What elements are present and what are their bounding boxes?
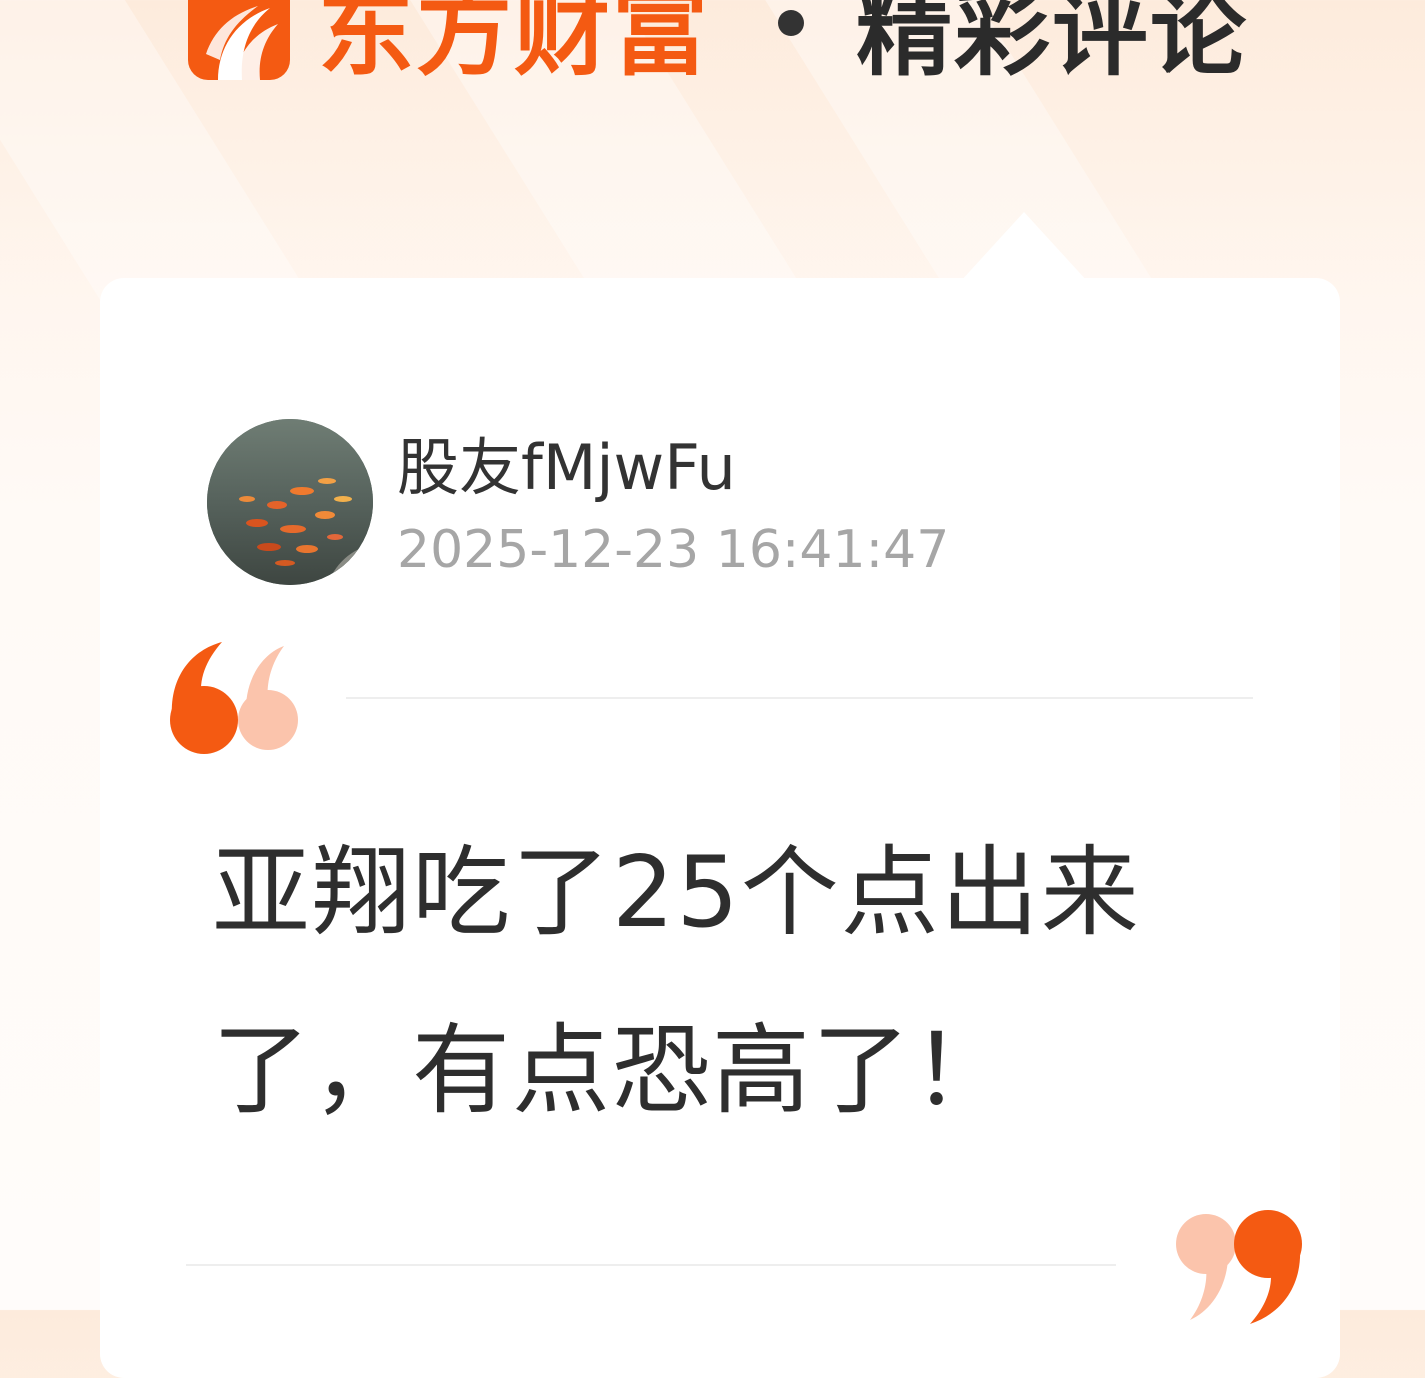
brand-name: 东方财富 bbox=[318, 0, 710, 89]
card-pointer bbox=[960, 212, 1088, 282]
eastmoney-logo-icon bbox=[188, 0, 290, 80]
brand-header: 东方财富 精彩评论 bbox=[0, 0, 1425, 110]
section-title: 精彩评论 bbox=[856, 0, 1248, 89]
username[interactable]: 股友fMjwFu bbox=[397, 428, 736, 508]
open-quote-icon bbox=[166, 640, 306, 758]
comment-text: 亚翔吃了25个点出来了，有点恐高了！ bbox=[212, 836, 1141, 1128]
divider bbox=[346, 697, 1253, 699]
divider bbox=[186, 1264, 1116, 1266]
comment-timestamp: 2025-12-23 16:41:47 bbox=[397, 520, 950, 580]
title-separator-dot bbox=[778, 10, 804, 36]
close-quote-icon bbox=[1168, 1208, 1308, 1326]
avatar[interactable] bbox=[207, 419, 373, 585]
